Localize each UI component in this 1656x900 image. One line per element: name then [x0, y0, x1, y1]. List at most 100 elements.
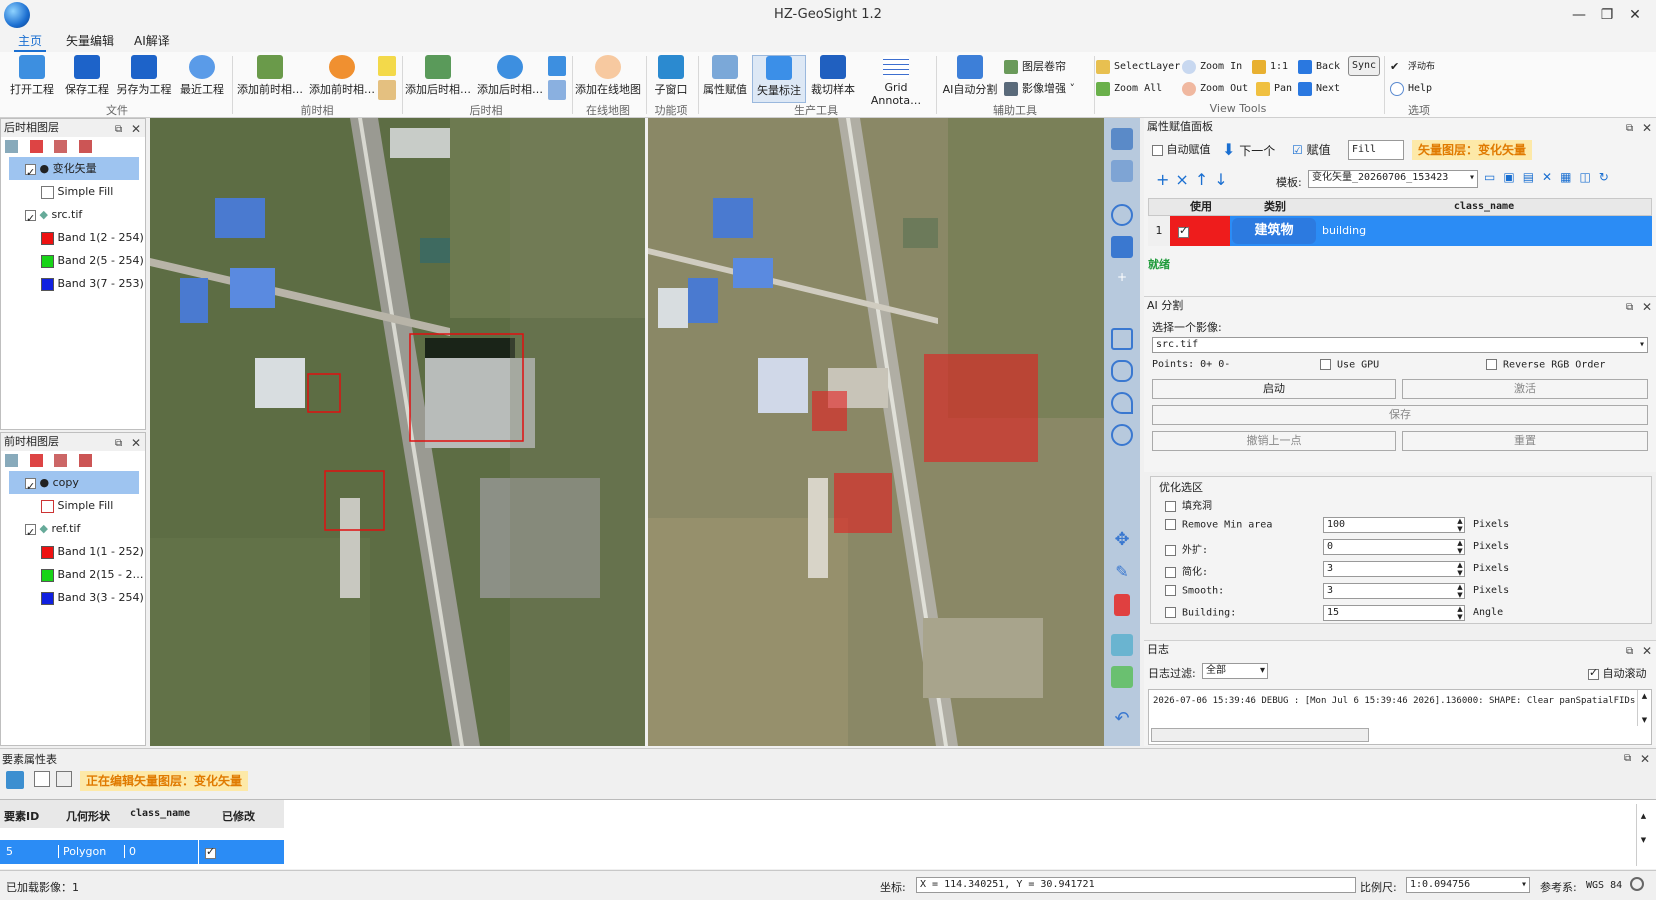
split-icon[interactable]: [1111, 666, 1133, 688]
help-button[interactable]: Help: [1388, 80, 1438, 98]
open-project-button[interactable]: 打开工程: [6, 55, 58, 103]
log-v-scrollbar[interactable]: ▲ ▼: [1637, 690, 1651, 726]
move-down-icon[interactable]: ↓: [1214, 170, 1233, 189]
layer-prop-icon[interactable]: [54, 453, 67, 467]
add-pre-image-button[interactable]: 添加前时相…: [236, 55, 304, 103]
layer-table-icon[interactable]: [78, 453, 92, 467]
close-window-icon[interactable]: ✕: [1624, 4, 1646, 26]
simplify-input[interactable]: 3: [1323, 561, 1465, 577]
band-item[interactable]: Band 1(2 - 254): [1, 226, 145, 249]
saveas-project-button[interactable]: 另存为工程: [114, 55, 174, 103]
building-checkbox[interactable]: Building:: [1165, 607, 1236, 619]
add-online-map-button[interactable]: 添加在线地图: [574, 55, 642, 103]
post-small-icon[interactable]: [548, 56, 566, 76]
modified-checkbox[interactable]: [205, 845, 216, 859]
band-item[interactable]: Band 2(5 - 254): [1, 249, 145, 272]
band-item[interactable]: Band 1(1 - 252): [1, 540, 145, 563]
log-output[interactable]: 2026-07-06 15:39:46 DEBUG : [Mon Jul 6 1…: [1148, 689, 1652, 745]
edit-pen-icon[interactable]: [1111, 236, 1133, 258]
saveas-template-icon[interactable]: ▤: [1523, 170, 1542, 184]
smooth-input[interactable]: 3: [1323, 583, 1465, 599]
table-template-icon[interactable]: ▦: [1560, 170, 1579, 184]
pin-icon[interactable]: ⧉: [115, 435, 122, 453]
layer-item-simple-fill[interactable]: Simple Fill: [1, 494, 145, 517]
expand-checkbox[interactable]: 外扩:: [1165, 541, 1208, 556]
plus-icon[interactable]: +: [1111, 270, 1133, 292]
start-button[interactable]: 启动: [1152, 379, 1396, 399]
building-input[interactable]: 15: [1323, 605, 1465, 621]
save-template-icon[interactable]: ▣: [1503, 170, 1522, 184]
band-item[interactable]: Band 2(15 - 2…: [1, 563, 145, 586]
post-image-map[interactable]: [648, 118, 1104, 746]
edit-line-icon[interactable]: ✎: [1111, 562, 1133, 584]
reset-button[interactable]: 重置: [1402, 431, 1648, 451]
minimize-icon[interactable]: —: [1568, 4, 1590, 26]
checkbox[interactable]: [1152, 144, 1163, 156]
recent-project-button[interactable]: 最近工程: [176, 55, 228, 103]
checkbox[interactable]: [1165, 519, 1176, 530]
lasso-icon[interactable]: [1111, 392, 1133, 414]
zoom-in-button[interactable]: Zoom In: [1180, 58, 1248, 76]
pre-image-map[interactable]: [150, 118, 645, 746]
layer-item-copy[interactable]: ● copy: [9, 471, 139, 498]
pre-small-icon-2[interactable]: [378, 80, 396, 100]
checkbox[interactable]: [1588, 666, 1599, 680]
vector-annotate-button[interactable]: 矢量标注: [752, 55, 806, 103]
layer-item-simple-fill[interactable]: Simple Fill: [1, 180, 145, 203]
table-v-scrollbar[interactable]: ▲ ▼: [1636, 804, 1650, 866]
play-icon[interactable]: [1111, 424, 1133, 446]
layer-table-icon[interactable]: [78, 139, 92, 153]
restore-icon[interactable]: ❐: [1596, 4, 1618, 26]
add-post-vector-button[interactable]: 添加后时相…: [476, 55, 544, 103]
spin-buttons-icon[interactable]: ▲ ▼: [1455, 539, 1465, 555]
checkbox[interactable]: [1165, 544, 1176, 556]
select-icon[interactable]: [1111, 160, 1133, 182]
menu-ai[interactable]: AI解译: [130, 30, 174, 52]
pin-icon[interactable]: ⧉: [1626, 120, 1633, 138]
close-icon[interactable]: ✕: [131, 120, 141, 138]
zoom-all-button[interactable]: Zoom All: [1094, 80, 1178, 98]
activate-button[interactable]: 激活: [1402, 379, 1648, 399]
float-layout-button[interactable]: ✔ 浮动布: [1388, 58, 1448, 76]
image-enhance-button[interactable]: 影像增强 ˅: [1002, 80, 1088, 98]
refresh-icon[interactable]: ↻: [1599, 170, 1617, 184]
use-checkbox[interactable]: [1178, 224, 1189, 238]
close-icon[interactable]: ✕: [1642, 642, 1652, 660]
layer-visible-checkbox[interactable]: [25, 161, 36, 184]
undo-point-button[interactable]: 撤销上一点: [1152, 431, 1396, 451]
copy-icon[interactable]: [34, 771, 50, 787]
checkbox[interactable]: [1165, 566, 1176, 578]
image-select[interactable]: src.tif ▾: [1152, 337, 1648, 353]
layer-edit-icon[interactable]: [1111, 128, 1133, 150]
pre-small-icon[interactable]: [378, 56, 396, 76]
scale-select[interactable]: 1:0.094756 ▾: [1406, 877, 1530, 893]
checkbox[interactable]: [1165, 500, 1176, 512]
checkbox[interactable]: [1165, 585, 1176, 596]
polygon-icon[interactable]: [1111, 360, 1133, 382]
add-pre-vector-button[interactable]: 添加前时相…: [308, 55, 376, 103]
spin-buttons-icon[interactable]: ▲ ▼: [1455, 605, 1465, 621]
fill-holes-checkbox[interactable]: 填充洞: [1165, 497, 1212, 512]
back-button[interactable]: Back: [1296, 58, 1346, 76]
pan-button[interactable]: Pan: [1254, 80, 1294, 98]
add-vertex-icon[interactable]: [1111, 204, 1133, 226]
undo-icon[interactable]: ↶: [1111, 708, 1133, 730]
layer-add-icon[interactable]: [5, 139, 18, 153]
attribute-assign-button[interactable]: 属性赋值: [700, 55, 750, 103]
next-button[interactable]: Next: [1296, 80, 1346, 98]
grid-annotate-button[interactable]: Grid Annota…: [860, 55, 932, 107]
attribute-row[interactable]: 1 建筑物 building: [1148, 216, 1652, 246]
close-icon[interactable]: ✕: [1642, 119, 1652, 137]
spin-buttons-icon[interactable]: ▲ ▼: [1455, 561, 1465, 577]
auto-scroll-checkbox[interactable]: 自动滚动: [1588, 665, 1647, 681]
use-cell[interactable]: [1170, 216, 1230, 246]
use-gpu-checkbox[interactable]: Use GPU: [1320, 359, 1379, 371]
feature-row[interactable]: 5 Polygon 0: [0, 840, 284, 864]
layer-prop-icon[interactable]: [54, 139, 67, 153]
pin-icon[interactable]: ⧉: [115, 121, 122, 139]
remove-min-area-checkbox[interactable]: Remove Min area: [1165, 519, 1272, 531]
template-select[interactable]: 变化矢量_20260706_153423 ▾: [1308, 170, 1478, 188]
layer-item-src-tif[interactable]: ◆ src.tif: [1, 203, 145, 230]
layer-remove-icon[interactable]: [29, 139, 43, 153]
reverse-rgb-checkbox[interactable]: Reverse RGB Order: [1486, 359, 1605, 371]
